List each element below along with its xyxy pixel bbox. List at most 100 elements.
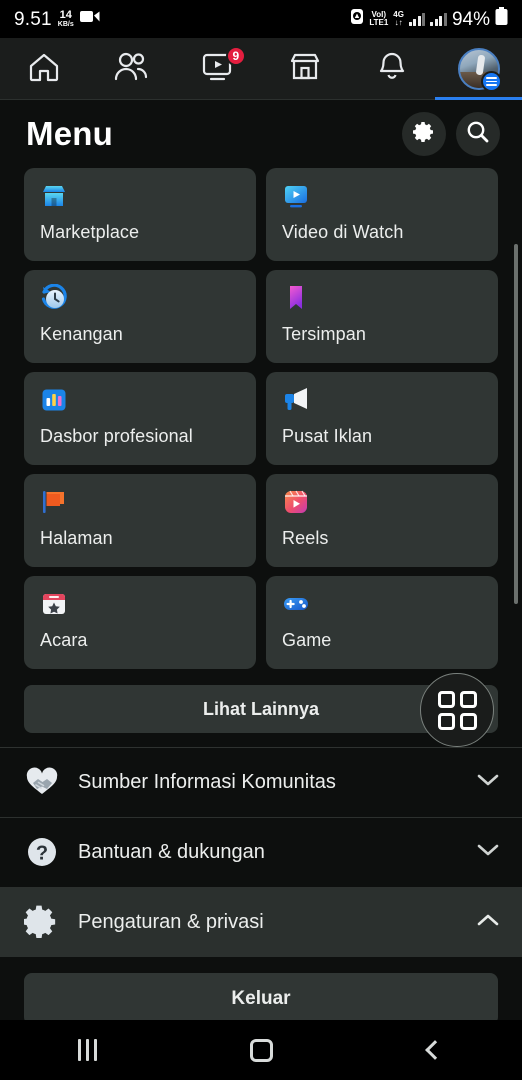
status-bar-right: VoI) LTE1 4G ↓↑ 94%: [350, 7, 508, 31]
list-item-settings-privacy[interactable]: Pengaturan & privasi: [0, 888, 522, 957]
signal-bars-sim1-icon: [408, 12, 426, 26]
tile-pusat-iklan[interactable]: Pusat Iklan: [266, 372, 498, 465]
video-badge-count: 9: [225, 46, 247, 66]
tile-tersimpan[interactable]: Tersimpan: [266, 270, 498, 363]
recents-icon: [77, 1039, 97, 1061]
logout-label: Keluar: [231, 988, 291, 1009]
list-item-label: Sumber Informasi Komunitas: [78, 770, 336, 793]
bell-icon: [376, 51, 408, 88]
search-icon: [465, 119, 491, 150]
chevron-down-icon: [476, 772, 500, 793]
saved-bookmark-icon: [282, 284, 310, 312]
status-time: 9.51: [14, 9, 52, 30]
list-item-help-support[interactable]: ? Bantuan & dukungan: [0, 818, 522, 887]
gaming-controller-icon: [282, 590, 310, 618]
help-question-icon: ?: [24, 834, 60, 870]
avatar[interactable]: [457, 48, 502, 92]
professional-dashboard-chart-icon: [40, 386, 68, 414]
tab-marketplace[interactable]: [261, 38, 348, 100]
active-tab-underline: [435, 97, 522, 100]
tile-label: Game: [282, 630, 332, 650]
tab-notifications[interactable]: [348, 38, 435, 100]
tile-marketplace[interactable]: Marketplace: [24, 168, 256, 261]
home-button[interactable]: [225, 1030, 297, 1070]
menu-header: Menu: [0, 100, 522, 166]
ad-center-megaphone-icon: [282, 386, 310, 414]
menu-hamburger-badge-icon: [480, 71, 502, 92]
pages-flag-icon: [40, 488, 68, 516]
home-icon: [249, 1038, 273, 1062]
volte-indicator: VoI) LTE1: [369, 10, 389, 28]
tile-label: Acara: [40, 630, 88, 650]
tile-game[interactable]: Game: [266, 576, 498, 669]
scrollbar[interactable]: [514, 244, 518, 604]
community-heart-handshake-icon: [24, 764, 60, 800]
store-icon: [287, 51, 323, 88]
grid-apps-icon: [437, 690, 477, 730]
search-button[interactable]: [456, 112, 500, 156]
signal-bars-sim2-icon: [430, 12, 447, 26]
tile-video-watch[interactable]: Video di Watch: [266, 168, 498, 261]
status-bar: 9.51 14 KB/s VoI) LTE1 4G ↓↑ 94%: [0, 0, 522, 38]
gear-icon: [412, 120, 436, 149]
facebook-top-tabs: 9: [0, 38, 522, 100]
volte-line-2: LTE1: [369, 18, 389, 27]
tile-label: Video di Watch: [282, 222, 404, 242]
data-rate-unit: KB/s: [57, 21, 74, 28]
page-title: Menu: [26, 115, 113, 152]
data-rate-value: 14: [59, 9, 72, 21]
events-calendar-icon: [40, 590, 68, 618]
android-navigation-bar: [0, 1020, 522, 1080]
tile-label: Marketplace: [40, 222, 140, 242]
battery-icon: [495, 7, 508, 31]
tab-video[interactable]: 9: [174, 38, 261, 100]
back-button[interactable]: [399, 1030, 471, 1070]
tile-label: Dasbor profesional: [40, 426, 193, 446]
tile-label: Reels: [282, 528, 329, 548]
friends-icon: [113, 51, 149, 88]
tile-label: Tersimpan: [282, 324, 366, 344]
tile-dasbor-profesional[interactable]: Dasbor profesional: [24, 372, 256, 465]
network-type-indicator: 4G ↓↑: [393, 10, 404, 28]
marketplace-storefront-icon: [40, 182, 68, 210]
tab-menu[interactable]: [435, 38, 522, 100]
see-more-label: Lihat Lainnya: [202, 698, 319, 719]
tile-acara[interactable]: Acara: [24, 576, 256, 669]
app-notification-icon: [350, 8, 364, 30]
tile-label: Pusat Iklan: [282, 426, 373, 446]
reels-clapboard-icon: [282, 488, 310, 516]
svg-text:?: ?: [36, 843, 48, 865]
chevron-up-icon: [476, 912, 500, 933]
tile-reels[interactable]: Reels: [266, 474, 498, 567]
status-bar-left: 9.51 14 KB/s: [14, 9, 100, 29]
home-icon: [27, 51, 61, 88]
settings-gear-icon: [24, 904, 60, 940]
chevron-down-icon: [476, 842, 500, 863]
back-icon: [425, 1040, 445, 1060]
recents-button[interactable]: [51, 1030, 123, 1070]
tile-kenangan[interactable]: Kenangan: [24, 270, 256, 363]
video-watch-icon: [282, 182, 310, 210]
grid-apps-button[interactable]: [420, 673, 494, 747]
phone-screen: 9.51 14 KB/s VoI) LTE1 4G ↓↑ 94% 9 Menu …: [0, 0, 522, 1080]
list-item-label: Bantuan & dukungan: [78, 840, 265, 863]
data-rate-indicator: 14 KB/s: [57, 9, 74, 29]
shortcut-grid: Marketplace Video di Watch Kenangan Ters…: [0, 166, 522, 669]
settings-button[interactable]: [402, 112, 446, 156]
menu-scroll-area: Marketplace Video di Watch Kenangan Ters…: [0, 166, 522, 1025]
battery-percent: 94%: [451, 8, 490, 30]
see-more-section: Lihat Lainnya: [0, 669, 522, 747]
network-line-2: ↓↑: [394, 18, 403, 27]
memories-clock-icon: [40, 284, 68, 312]
logout-button[interactable]: Keluar: [24, 973, 498, 1025]
tile-halaman[interactable]: Halaman: [24, 474, 256, 567]
tab-home[interactable]: [0, 38, 87, 100]
tile-label: Kenangan: [40, 324, 123, 344]
list-item-community-resources[interactable]: Sumber Informasi Komunitas: [0, 748, 522, 817]
tile-label: Halaman: [40, 528, 113, 548]
logout-section: Keluar: [0, 957, 522, 1025]
video-camera-icon: [79, 9, 100, 28]
header-actions: [402, 112, 500, 156]
list-item-label: Pengaturan & privasi: [78, 910, 264, 933]
tab-friends[interactable]: [87, 38, 174, 100]
